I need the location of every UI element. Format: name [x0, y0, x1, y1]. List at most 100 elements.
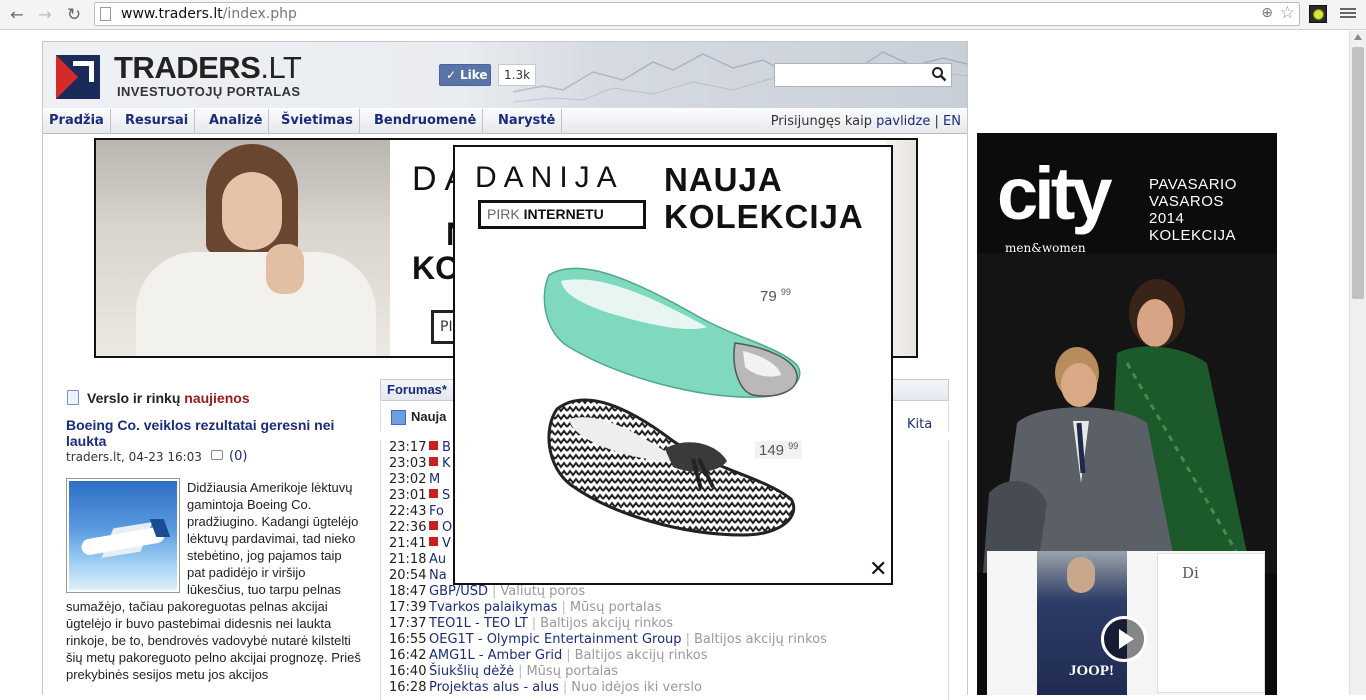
ad-couple-photo	[977, 253, 1277, 573]
news-heading: Verslo ir rinkų naujienos	[87, 390, 250, 406]
forum-row-time: 21:41	[389, 536, 427, 551]
forum-topic-link[interactable]: Fo	[429, 504, 444, 519]
forum-subheader-title: Nauja	[411, 409, 447, 424]
logo-subtitle: INVESTUOTOJŲ PORTALAS	[117, 84, 301, 99]
forum-topic-link[interactable]: GBP/USD	[429, 584, 488, 599]
forum-category-link[interactable]: Baltijos akcijų rinkos	[540, 616, 673, 631]
forum-topic-link[interactable]: K	[442, 456, 451, 471]
forum-category-link[interactable]: Mūsų portalas	[570, 600, 662, 615]
search-input[interactable]	[774, 63, 952, 87]
forum-row[interactable]: 23:02 M	[389, 472, 440, 488]
reload-icon[interactable]: ↻	[63, 4, 85, 26]
forum-row[interactable]: 22:36 O	[389, 520, 452, 536]
new-post-icon	[429, 441, 438, 450]
logo-text[interactable]: TRADERS.LT	[114, 50, 302, 86]
browser-menu-icon[interactable]	[1340, 6, 1356, 22]
scroll-up-icon[interactable]	[1354, 34, 1362, 40]
forum-topic-link[interactable]: Šiukšlių dėžė	[429, 664, 514, 679]
popup-ad[interactable]: DANIJA PIRK INTERNETU NAUJA KOLEKCIJA 79 …	[453, 145, 893, 585]
forum-category-link[interactable]: Nuo idėjos iki verslo	[571, 680, 702, 695]
username-link[interactable]: pavlidze	[876, 114, 930, 129]
forum-row[interactable]: 18:47 GBP/USD | Valiutų poros	[389, 584, 585, 600]
forum-row-time: 22:36	[389, 520, 427, 535]
bookmark-star-icon[interactable]: ☆	[1280, 3, 1295, 23]
forum-row[interactable]: 23:17 B	[389, 440, 451, 456]
play-icon[interactable]	[1101, 616, 1147, 662]
forum-row-time: 21:18	[389, 552, 427, 567]
nav-item-pradzia[interactable]: Pradžia	[43, 109, 111, 134]
new-post-icon	[429, 457, 438, 466]
forum-row[interactable]: 17:39 Tvarkos palaikymas | Mūsų portalas	[389, 600, 661, 616]
facebook-like-button[interactable]: Like	[439, 64, 491, 86]
forum-row[interactable]: 16:28 Projektas alus - alus | Nuo idėjos ik…	[389, 680, 702, 696]
zoom-icon[interactable]: ⊕	[1261, 5, 1273, 21]
forum-row-time: 23:02	[389, 472, 427, 487]
forum-row-time: 23:03	[389, 456, 427, 471]
nav-item-analize[interactable]: Analizė	[203, 109, 270, 134]
forum-topic-link[interactable]: B	[442, 440, 451, 455]
forum-row[interactable]: 21:18 Au	[389, 552, 446, 568]
forum-topic-link[interactable]: Tvarkos palaikymas	[429, 600, 557, 615]
side-ad-season: PAVASARIO VASAROS 2014 KOLEKCIJA	[1149, 176, 1237, 244]
article-image[interactable]	[66, 478, 180, 593]
forum-topic-link[interactable]: TEO1L - TEO LT	[429, 616, 528, 631]
forum-row-time: 23:01	[389, 488, 427, 503]
address-bar[interactable]: www.traders.lt/index.php ⊕ ☆	[94, 2, 1300, 26]
banner-model-photo	[96, 140, 390, 356]
popup-brand: DANIJA	[475, 161, 624, 194]
forum-row-time: 17:37	[389, 616, 427, 631]
back-icon[interactable]: ←	[6, 4, 28, 26]
nav-item-resursai[interactable]: Resursai	[119, 109, 196, 134]
side-ad[interactable]: city men&women PAVASARIO VASAROS 2014 KOLEK…	[977, 133, 1277, 695]
forum-row-time: 16:55	[389, 632, 427, 647]
article-title-link[interactable]: Boeing Co. veiklos rezultatai geresni ne…	[66, 417, 366, 449]
forum-topic-link[interactable]: O	[442, 520, 452, 535]
forum-topic-link[interactable]: Au	[429, 552, 446, 567]
forum-category-link[interactable]: Valiutų poros	[500, 584, 585, 599]
separator: |	[492, 584, 497, 599]
logo-icon[interactable]	[56, 55, 100, 99]
forum-row[interactable]: 21:41 V	[389, 536, 451, 552]
forum-row[interactable]: 16:40 Šiukšlių dėžė | Mūsų portalas	[389, 664, 618, 680]
forum-row[interactable]: 16:55 OEG1T - Olympic Entertainment Group…	[389, 632, 827, 648]
page-scrollbar[interactable]	[1349, 31, 1366, 695]
comment-count-link[interactable]: (0)	[229, 449, 247, 464]
popup-headline: NAUJA KOLEKCIJA	[664, 161, 864, 235]
forum-topic-link[interactable]: M	[429, 472, 440, 487]
nav-item-bendruomene[interactable]: Bendruomenė	[368, 109, 484, 134]
close-icon[interactable]: ✕	[869, 559, 887, 581]
separator: |	[561, 600, 566, 615]
forum-category-link[interactable]: Mūsų portalas	[526, 664, 618, 679]
forum-category-link[interactable]: Baltijos akcijų rinkos	[575, 648, 708, 663]
extension-icon[interactable]	[1309, 5, 1327, 23]
forum-category-link[interactable]: Baltijos akcijų rinkos	[694, 632, 827, 647]
forum-row[interactable]: 23:01 S	[389, 488, 450, 504]
forum-topic-link[interactable]: Projektas alus - alus	[429, 680, 559, 695]
forum-row[interactable]: 17:37 TEO1L - TEO LT | Baltijos akcijų rink…	[389, 616, 673, 632]
forum-row[interactable]: 20:54 Na	[389, 568, 447, 584]
video-brand: JOOP!	[1069, 663, 1114, 679]
forum-row[interactable]: 16:42 AMG1L - Amber Grid | Baltijos akcijų …	[389, 648, 708, 664]
logged-in-label: Prisijungęs kaip	[770, 114, 873, 129]
forum-topic-link[interactable]: Na	[429, 568, 447, 583]
striped-shoe-image	[547, 398, 796, 537]
price-striped-shoe: 149 99	[755, 441, 803, 459]
tab-forumas[interactable]: Forumas*	[387, 382, 447, 397]
forum-topic-link[interactable]: S	[442, 488, 450, 503]
forum-topic-link[interactable]: AMG1L - Amber Grid	[429, 648, 562, 663]
separator: |	[685, 632, 690, 647]
forum-kita-link[interactable]: Kita	[907, 417, 932, 432]
forum-topic-link[interactable]: V	[442, 536, 451, 551]
nav-item-svietimas[interactable]: Švietimas	[275, 109, 360, 134]
forum-row[interactable]: 23:03 K	[389, 456, 451, 472]
forum-row-time: 18:47	[389, 584, 427, 599]
popup-shop-button[interactable]: PIRK INTERNETU	[478, 200, 646, 229]
forum-row[interactable]: 22:43 Fo	[389, 504, 444, 520]
forum-topic-link[interactable]: OEG1T - Olympic Entertainment Group	[429, 632, 682, 647]
scrollbar-thumb[interactable]	[1352, 47, 1364, 299]
forward-icon[interactable]: →	[34, 4, 56, 26]
search-icon[interactable]	[931, 66, 947, 82]
nav-item-naryste[interactable]: Narystė	[492, 109, 563, 134]
forum-row-time: 16:28	[389, 680, 427, 695]
language-link[interactable]: EN	[943, 114, 961, 129]
